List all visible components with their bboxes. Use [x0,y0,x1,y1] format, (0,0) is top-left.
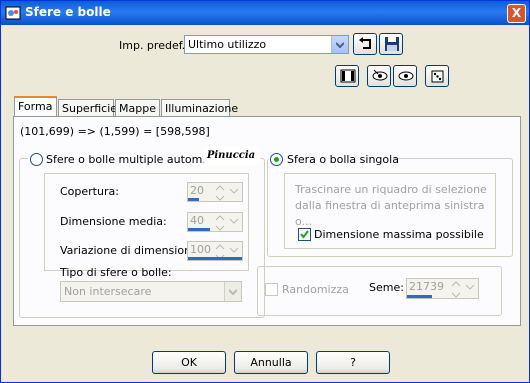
single-radio[interactable] [270,153,283,166]
size-var-level-bar [188,257,242,260]
seed-value: 21739 [409,280,444,293]
seed-level-bar [407,295,432,298]
preset-value: Ultimo utilizzo [188,38,267,51]
size-var-value: 100 [190,243,211,256]
eye-hand-icon [372,69,388,81]
dialog-window: Sfere e bolle X Imp. predef.: Ultimo uti… [0,0,530,383]
save-preset-button[interactable] [379,33,403,55]
avg-size-value: 40 [190,214,204,227]
close-button[interactable]: X [507,4,526,23]
single-hint-text: Trascinare un riquadro di selezione dall… [295,183,487,228]
bubble-type-label: Tipo di sfere o bolle: [60,266,172,279]
toggle-preview-button[interactable] [335,65,359,87]
help-button[interactable]: ? [316,351,390,374]
cancel-button[interactable]: Annulla [234,351,308,374]
randomize-checkbox[interactable] [265,283,278,296]
film-preview-icon [340,69,356,83]
avg-size-spinner[interactable]: 40 [187,212,243,232]
spin-arrows-icon[interactable] [448,279,478,298]
undo-arrow-icon [359,37,371,49]
tab-superficie[interactable]: Superficie [58,99,117,117]
preset-label: Imp. predef.: [119,39,189,52]
max-size-checkbox[interactable] [298,228,311,241]
coords-readout: (101,699) => (1,599) = [598,598] [20,125,210,138]
coverage-spinner[interactable]: 20 [187,182,243,202]
chevron-down-icon[interactable] [331,36,348,53]
seed-label: Seme: [369,281,404,294]
single-radio-label: Sfera o bolla singola [287,153,399,166]
randomize-button[interactable] [425,65,449,87]
window-title: Sfere e bolle [25,5,111,19]
proof-button[interactable] [367,65,391,87]
auto-proof-button[interactable] [393,65,417,87]
checkmark-icon [300,230,309,239]
size-var-label: Variazione di dimensione: [60,244,202,257]
chevron-down-icon[interactable] [224,282,241,301]
spin-arrows-icon[interactable] [212,183,242,201]
multiple-radio[interactable] [30,153,43,166]
spin-arrows-icon[interactable] [212,213,242,231]
bubble-type-value: Non intersecare [64,285,152,298]
title-bar[interactable]: Sfere e bolle X [1,1,529,25]
tab-forma[interactable]: Forma [14,96,57,117]
size-var-spinner[interactable]: 100 [187,241,243,261]
tab-mappe[interactable]: Mappe [115,99,160,117]
coverage-level-bar [188,198,199,201]
eye-icon [398,71,414,81]
dice-icon [431,70,444,83]
coverage-label: Copertura: [60,185,119,198]
randomize-label: Randomizza [282,283,349,296]
pinuccia-stamp: Pinuccia [201,146,261,165]
seed-spinner[interactable]: 21739 [406,278,479,299]
preset-select[interactable]: Ultimo utilizzo [184,35,349,54]
floppy-disk-icon [385,37,399,51]
tab-illuminazione[interactable]: Illuminazione [161,99,238,117]
bubble-type-select[interactable]: Non intersecare [60,281,242,302]
ok-button[interactable]: OK [152,351,226,374]
reset-preset-button[interactable] [353,33,377,55]
max-size-label: Dimensione massima possibile [314,228,484,241]
avg-size-level-bar [188,228,210,231]
avg-size-label: Dimensione media: [60,215,167,228]
coverage-value: 20 [190,184,204,197]
app-icon [5,5,21,21]
